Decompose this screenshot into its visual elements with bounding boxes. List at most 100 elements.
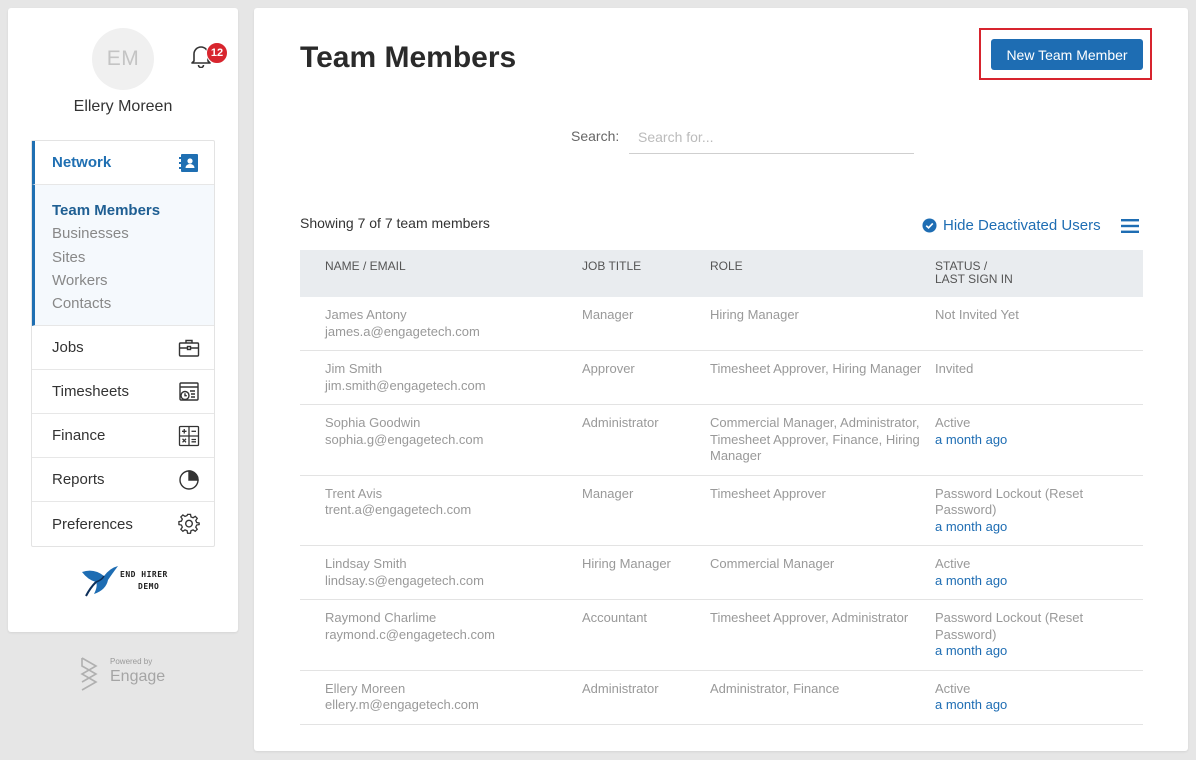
col-role[interactable]: ROLE xyxy=(710,250,935,297)
table-row[interactable]: Jim Smith jim.smith@engagetech.com Approve… xyxy=(300,350,1143,405)
col-name-email[interactable]: NAME / EMAIL xyxy=(300,250,582,297)
cell-job-title: Manager xyxy=(582,475,710,546)
table-row[interactable]: Lindsay Smith lindsay.s@engagetech.com Hir… xyxy=(300,545,1143,600)
member-email: trent.a@engagetech.com xyxy=(325,502,472,517)
member-last-sign-in: a month ago xyxy=(935,697,1008,712)
member-name[interactable]: Lindsay Smith xyxy=(325,556,582,573)
cell-status: Password Lockout (Reset Password) a month… xyxy=(935,475,1143,546)
main-nav: Network Team Members Businesses Sites Wo… xyxy=(31,140,215,547)
member-email: james.a@engagetech.com xyxy=(325,323,480,339)
nav-section-label: Network xyxy=(52,154,112,171)
timesheet-clock-icon xyxy=(178,381,200,403)
cell-role: Commercial Manager xyxy=(710,545,935,600)
page-title: Team Members xyxy=(300,41,517,74)
member-email: sophia.g@engagetech.com xyxy=(325,431,484,447)
cell-job-title: Administrator xyxy=(582,670,710,725)
member-status: Active xyxy=(935,415,971,430)
sidebar-item-businesses[interactable]: Businesses xyxy=(52,222,214,245)
logo-line-1: END HIRER xyxy=(120,570,168,579)
member-status: Invited xyxy=(935,361,974,376)
table-row[interactable]: Ellery Moreen ellery.m@engagetech.com Admi… xyxy=(300,670,1143,725)
cell-role: Timesheet Approver, Administrator xyxy=(710,599,935,671)
powered-by-name: Engage xyxy=(110,668,166,685)
table-row[interactable]: James Antony james.a@engagetech.com Manage… xyxy=(300,297,1143,351)
user-name: Ellery Moreen xyxy=(73,98,173,115)
cell-name-email: Raymond Charlime raymond.c@engagetech.com xyxy=(300,599,582,671)
cell-role: Commercial Manager, Administrator, Times… xyxy=(710,404,935,476)
cell-role: Timesheet Approver, Hiring Manager xyxy=(710,350,935,405)
network-subnav: Team Members Businesses Sites Workers Co… xyxy=(32,185,214,326)
member-last-sign-in: a month ago xyxy=(935,643,1008,658)
cell-status: Active a month ago xyxy=(935,404,1143,476)
cell-name-email: Trent Avis trent.a@engagetech.com xyxy=(300,475,582,546)
member-name[interactable]: Ellery Moreen xyxy=(325,681,582,698)
contacts-book-icon xyxy=(178,152,200,174)
cell-role: Timesheet Approver xyxy=(710,475,935,546)
avatar[interactable]: EM xyxy=(92,28,154,90)
cell-status: Active a month ago xyxy=(935,670,1143,725)
sidebar-item-sites[interactable]: Sites xyxy=(52,246,214,269)
table-body: James Antony james.a@engagetech.com Manage… xyxy=(300,297,1143,725)
member-email: jim.smith@engagetech.com xyxy=(325,377,486,393)
cell-job-title: Accountant xyxy=(582,599,710,671)
sidebar-item-workers[interactable]: Workers xyxy=(52,269,214,292)
cell-job-title: Administrator xyxy=(582,404,710,476)
cell-status: Password Lockout (Reset Password) a month… xyxy=(935,599,1143,671)
sidebar-item-label: Preferences xyxy=(52,515,133,533)
member-status: Not Invited Yet xyxy=(935,307,1019,322)
main-panel: Team Members New Team Member Search: Sho… xyxy=(254,8,1188,751)
member-status: Password Lockout (Reset Password) xyxy=(935,485,1084,518)
member-name[interactable]: Raymond Charlime xyxy=(325,610,582,627)
col-status[interactable]: STATUS / LAST SIGN IN xyxy=(935,250,1143,297)
sidebar-item-reports[interactable]: Reports xyxy=(32,458,214,502)
sidebar-item-label: Reports xyxy=(52,471,105,488)
sidebar-item-label: Finance xyxy=(52,427,106,444)
cell-role: Hiring Manager xyxy=(710,297,935,351)
table-row[interactable]: Raymond Charlime raymond.c@engagetech.com… xyxy=(300,599,1143,671)
member-last-sign-in: a month ago xyxy=(935,518,1008,534)
sidebar-item-label: Timesheets xyxy=(52,383,129,400)
cell-status: Not Invited Yet xyxy=(935,297,1143,351)
powered-by-label: Powered by xyxy=(110,657,153,666)
col-job-title[interactable]: JOB TITLE xyxy=(582,250,710,297)
cell-job-title: Hiring Manager xyxy=(582,545,710,600)
notification-badge[interactable]: 12 xyxy=(206,42,228,64)
cell-job-title: Approver xyxy=(582,350,710,405)
sidebar-item-preferences[interactable]: Preferences xyxy=(32,502,214,546)
cell-status: Invited xyxy=(935,350,1143,405)
nav-section-network[interactable]: Network xyxy=(32,141,214,185)
member-status: Password Lockout (Reset Password) xyxy=(935,610,1084,642)
table-header: NAME / EMAIL JOB TITLE ROLE STATUS / LAS… xyxy=(300,250,1143,297)
member-name[interactable]: Sophia Goodwin xyxy=(325,415,582,432)
cell-job-title: Manager xyxy=(582,297,710,351)
cell-name-email: James Antony james.a@engagetech.com xyxy=(300,297,582,351)
calculator-icon xyxy=(178,425,200,447)
cell-name-email: Sophia Goodwin sophia.g@engagetech.com xyxy=(300,404,582,476)
sidebar-item-timesheets[interactable]: Timesheets xyxy=(32,370,214,414)
member-name[interactable]: James Antony xyxy=(325,307,582,324)
hide-deactivated-toggle[interactable]: Hide Deactivated Users xyxy=(922,217,1101,234)
table-row[interactable]: Sophia Goodwin sophia.g@engagetech.com Adm… xyxy=(300,404,1143,476)
member-name[interactable]: Trent Avis xyxy=(325,486,582,503)
member-email: raymond.c@engagetech.com xyxy=(325,626,496,642)
brand-logo-text: END HIRER DEMO xyxy=(120,569,168,593)
cell-role: Administrator, Finance xyxy=(710,670,935,725)
powered-by-engage: Powered by Engage xyxy=(78,652,168,692)
sidebar-item-finance[interactable]: Finance xyxy=(32,414,214,458)
sidebar-item-contacts[interactable]: Contacts xyxy=(52,292,214,315)
logo-line-2: DEMO xyxy=(138,582,160,591)
team-members-table: NAME / EMAIL JOB TITLE ROLE STATUS / LAS… xyxy=(300,250,1143,725)
new-team-member-button[interactable]: New Team Member xyxy=(991,39,1143,70)
search-label: Search: xyxy=(571,128,620,144)
sidebar-item-team-members[interactable]: Team Members xyxy=(52,199,214,222)
search-input[interactable] xyxy=(629,120,914,154)
member-status: Active xyxy=(935,680,971,696)
member-name[interactable]: Jim Smith xyxy=(325,361,582,378)
hamburger-menu-icon[interactable] xyxy=(1121,218,1139,234)
member-email: lindsay.s@engagetech.com xyxy=(325,572,484,588)
pie-chart-icon xyxy=(178,469,200,491)
sidebar-item-jobs[interactable]: Jobs xyxy=(32,326,214,370)
hide-deactivated-label: Hide Deactivated Users xyxy=(943,217,1101,234)
highlight-frame: New Team Member xyxy=(979,28,1152,80)
table-row[interactable]: Trent Avis trent.a@engagetech.com Manager T… xyxy=(300,475,1143,546)
